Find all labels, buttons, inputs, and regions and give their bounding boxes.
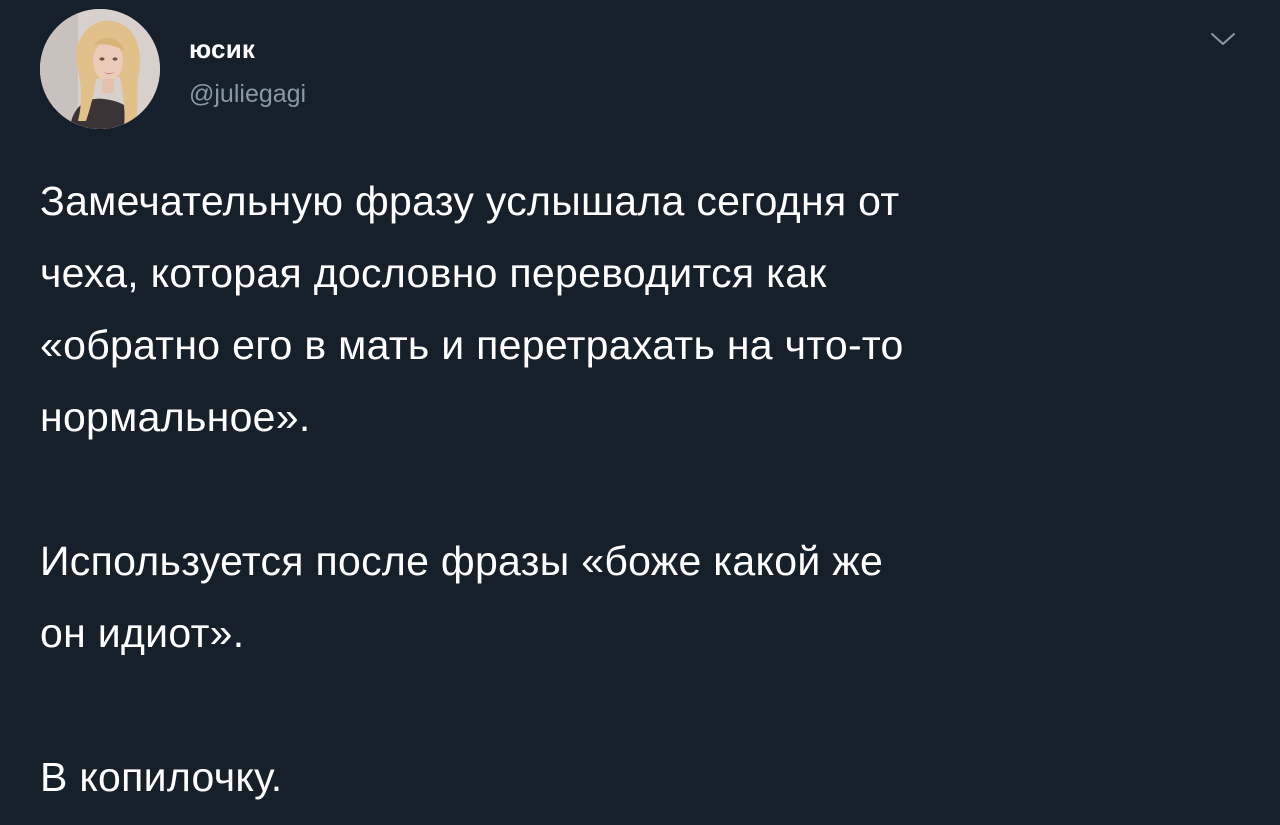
author-display-name[interactable]: юсик [189,34,255,64]
tweet-card: юсик @juliegagi Замечательную фразу услы… [0,0,1280,825]
avatar[interactable] [40,9,160,129]
tweet-text-line: чеха, которая дословно переводится как [40,250,827,296]
tweet-text-line: он идиот». [40,610,245,656]
chevron-down-icon [1211,33,1235,45]
tweet-text-line: «обратно его в мать и перетрахать на что… [40,322,904,368]
tweet-paragraph: Замечательную фразу услышала сегодня от … [40,165,1250,453]
tweet-menu-button[interactable] [1203,24,1243,54]
tweet-text-line: Замечательную фразу услышала сегодня от [40,178,900,224]
tweet-paragraph: В копилочку. [40,741,1250,813]
tweet-paragraph: Используется после фразы «боже какой же … [40,525,1250,669]
profile-photo-avatar-icon [40,9,160,129]
tweet-text-line: нормальное». [40,394,311,440]
tweet-text: Замечательную фразу услышала сегодня от … [40,165,1250,813]
tweet-text-line: Используется после фразы «боже какой же [40,538,884,584]
author-handle[interactable]: @juliegagi [189,79,306,109]
tweet-text-line: В копилочку. [40,754,283,800]
